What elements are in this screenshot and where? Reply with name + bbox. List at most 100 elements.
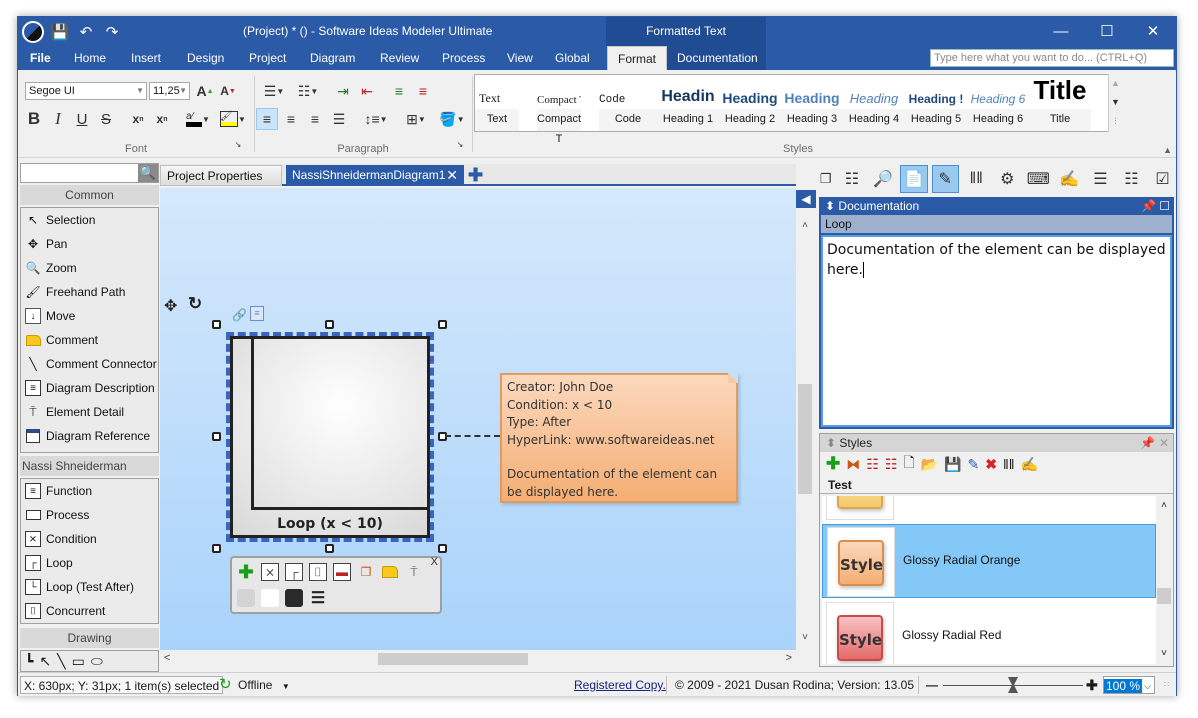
tab-nassi-diagram[interactable]: NassiShneidermanDiagram1 ✕ <box>286 165 464 186</box>
style-item-code[interactable]: Code Code <box>599 75 657 131</box>
zoom-in-icon[interactable]: ✚ <box>1086 676 1098 694</box>
font-color-icon[interactable]: a∕ ▼ <box>183 108 213 130</box>
highlight-color-icon[interactable]: 🖌 ▼ <box>217 108 249 130</box>
scroll-left-icon[interactable]: < <box>164 652 170 664</box>
zoom-level-select[interactable]: 100 % ⌵ <box>1103 676 1155 694</box>
tool-selection[interactable]: ↖ Selection <box>21 208 158 232</box>
registered-copy-link[interactable]: Registered Copy. <box>574 676 666 694</box>
zoom-slider[interactable] <box>943 676 1083 694</box>
gallery-up-icon[interactable]: ▲ <box>1109 74 1122 93</box>
scroll-up-icon[interactable]: ˄ <box>796 220 814 231</box>
comment-icon[interactable] <box>381 563 399 581</box>
maximize-button[interactable]: ☐ <box>1084 17 1130 46</box>
style-item-heading6[interactable]: Heading 6 Heading 6 <box>967 75 1029 131</box>
tool-condition[interactable]: ⨯ Condition <box>21 527 158 551</box>
style-item-text[interactable]: Text Text <box>475 75 519 131</box>
element-tree-icon[interactable]: ☷ <box>838 165 865 193</box>
condition-icon[interactable]: ⨯ <box>261 563 279 581</box>
resize-handle-se[interactable] <box>438 544 447 553</box>
tab-file[interactable]: File <box>20 46 61 70</box>
style-list-scroll-thumb[interactable] <box>1157 588 1171 604</box>
keyboard-icon[interactable]: ⌨ <box>1025 165 1052 193</box>
tab-design[interactable]: Design <box>177 46 234 70</box>
open-folder-icon[interactable]: 📂 <box>921 456 938 473</box>
tab-project[interactable]: Project <box>239 46 296 70</box>
tab-home[interactable]: Home <box>64 46 116 70</box>
tab-review[interactable]: Review <box>370 46 429 70</box>
new-file-icon[interactable]: 🗋 <box>903 452 914 476</box>
comment-note[interactable]: Creator: John Doe Condition: x < 10 Type… <box>500 373 738 503</box>
loop-body[interactable] <box>251 339 427 510</box>
properties-icon[interactable]: ☷ <box>1118 165 1145 193</box>
tool-loop-test-after[interactable]: └ Loop (Test After) <box>21 575 158 599</box>
scroll-down-icon[interactable]: ˅ <box>1156 648 1172 659</box>
windows-menu-icon[interactable]: ❐ <box>817 165 834 193</box>
app-logo-icon[interactable] <box>22 21 44 43</box>
pane-toggle-icon[interactable]: ⬍ <box>825 199 835 213</box>
line-tool-icon[interactable]: ╲ <box>57 653 65 670</box>
style-item-heading2[interactable]: Heading Heading 2 <box>719 75 781 131</box>
add-tab-icon[interactable]: ✚ <box>468 164 483 186</box>
styles-panel-icon[interactable]: ✎ <box>931 165 959 193</box>
close-tab-icon[interactable]: ✕ <box>446 165 458 186</box>
settings-gears-icon[interactable]: ⚙ <box>994 165 1021 193</box>
resize-handle-n[interactable] <box>325 320 334 329</box>
documentation-editor[interactable]: Documentation of the element can be disp… <box>821 235 1172 427</box>
vertical-scroll-thumb[interactable] <box>798 384 812 494</box>
subscript-icon[interactable]: xn <box>127 108 149 130</box>
tool-element-detail[interactable]: ⍑ Element Detail <box>21 400 158 424</box>
line-spacing-icon[interactable]: ↕≡ ▼ <box>360 108 392 130</box>
add-icon[interactable]: ✚ <box>237 562 255 582</box>
line-style-icon[interactable]: ☰ <box>309 589 327 607</box>
redo-icon[interactable]: ↷ <box>102 22 122 42</box>
strikethrough-icon[interactable]: S <box>95 108 117 130</box>
save-icon[interactable]: 💾 <box>50 22 70 42</box>
apply-style-icon[interactable]: ⧓ <box>846 456 860 473</box>
loop-icon[interactable]: ┌ <box>285 563 303 581</box>
link-icon[interactable]: 🔗 <box>232 308 247 322</box>
align-left-icon[interactable]: ≡ <box>256 108 278 130</box>
style-item-heading1[interactable]: Headin Heading 1 <box>657 75 719 131</box>
toolbox-search-input[interactable]: 🔍 <box>20 163 159 183</box>
toolbox-section-common[interactable]: Common <box>20 185 159 205</box>
zoom-out-icon[interactable]: — <box>926 676 938 694</box>
spacing-before-icon[interactable]: ≡ <box>388 80 410 102</box>
add-style-icon[interactable]: ✚ <box>826 454 840 474</box>
align-center-icon[interactable]: ≡ <box>280 108 302 130</box>
resize-grip-icon[interactable]: ∷ <box>1164 676 1169 694</box>
inspect-icon[interactable]: 🔎 <box>869 165 896 193</box>
superscript-icon[interactable]: xn <box>151 108 173 130</box>
element-detail-icon[interactable]: ⍑ <box>405 563 423 581</box>
tool-comment-connector[interactable]: ╲ Comment Connector <box>21 352 158 376</box>
collapse-panel-icon[interactable]: ◀ <box>796 190 816 208</box>
tab-global[interactable]: Global <box>545 46 600 70</box>
style-list-item-selected[interactable]: Style Glossy Radial Orange <box>822 524 1156 598</box>
resize-handle-nw[interactable] <box>212 320 221 329</box>
pane-toggle-icon[interactable]: ⬍ <box>826 436 836 450</box>
format-edit-icon[interactable]: ✍ <box>1056 165 1083 193</box>
gallery-more-icon[interactable]: ⫶ <box>1109 112 1122 130</box>
color-light-gray-swatch[interactable] <box>237 589 255 607</box>
tool-process[interactable]: Process <box>21 503 158 527</box>
rectangle-tool-icon[interactable]: ▭ <box>72 653 85 670</box>
bullets-icon[interactable]: ☰ ▼ <box>258 80 290 102</box>
documentation-panel-icon[interactable]: 📄 <box>900 165 928 193</box>
scroll-right-icon[interactable]: > <box>786 652 792 664</box>
loop-element[interactable]: Loop (x < 10) <box>226 332 434 542</box>
checklist-icon[interactable]: ☑ <box>1149 165 1176 193</box>
color-white-swatch[interactable] <box>261 589 279 607</box>
tab-process[interactable]: Process <box>432 46 495 70</box>
collapse-ribbon-icon[interactable]: ▲ <box>1163 145 1172 155</box>
style-item-heading3[interactable]: Heading Heading 3 <box>781 75 843 131</box>
documentation-icon[interactable]: ≡ <box>250 306 264 321</box>
toolbox-section-drawing[interactable]: Drawing <box>20 628 159 648</box>
tool-move[interactable]: ↓ Move <box>21 304 158 328</box>
increase-indent-icon[interactable]: ⇥ <box>332 80 354 102</box>
search-icon[interactable]: 🔍 <box>138 164 158 182</box>
paragraph-dialog-launcher-icon[interactable]: ↘ <box>454 138 466 150</box>
maximize-pane-icon[interactable]: ☐ <box>1159 197 1170 215</box>
remove-style-from-list-icon[interactable]: ☷ <box>866 456 879 473</box>
tool-diagram-reference[interactable]: Diagram Reference <box>21 424 158 448</box>
font-size-select[interactable]: 11,25 ▼ <box>149 82 190 100</box>
arrow-tool-icon[interactable]: ↖ <box>39 653 51 670</box>
